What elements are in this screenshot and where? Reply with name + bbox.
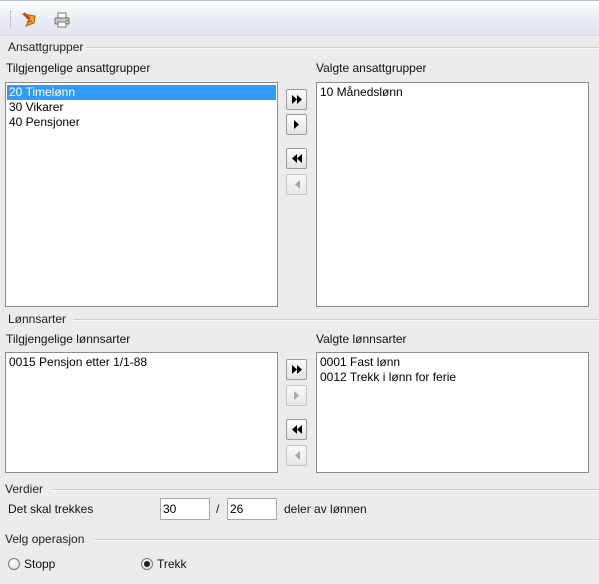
list-item[interactable]: 30 Vikarer (7, 100, 276, 115)
move-left-button[interactable] (286, 445, 307, 466)
ansattgrupper-section-title: Ansattgrupper (8, 40, 84, 54)
move-left-button[interactable] (286, 174, 307, 195)
print-icon (54, 12, 70, 28)
move-all-left-button[interactable] (286, 419, 307, 440)
chosen-wage-types-label: Valgte lønnsarter (316, 332, 407, 346)
verdier-section-title: Verdier (5, 482, 44, 496)
double-left-arrow-icon (291, 425, 302, 434)
move-all-right-button[interactable] (286, 89, 307, 110)
available-groups-list[interactable]: 20 Timelønn 30 Vikarer 40 Pensjoner (5, 82, 278, 307)
clear-button[interactable] (18, 9, 40, 31)
section-divider (74, 319, 599, 321)
move-all-right-button[interactable] (286, 359, 307, 380)
stopp-radio[interactable] (8, 558, 20, 570)
trekk-radio[interactable] (141, 558, 153, 570)
trekk-radio-label: Trekk (157, 557, 187, 571)
fraction-separator: / (216, 502, 220, 516)
list-item[interactable]: 0001 Fast lønn (318, 355, 587, 370)
list-item[interactable]: 10 Månedslønn (318, 85, 587, 100)
stopp-radio-option[interactable]: Stopp (8, 557, 55, 571)
section-divider (86, 47, 599, 49)
chosen-wage-types-list[interactable]: 0001 Fast lønn 0012 Trekk i lønn for fer… (316, 352, 589, 473)
double-left-arrow-icon (291, 154, 302, 163)
chosen-groups-label: Valgte ansattgrupper (316, 61, 427, 75)
move-right-button[interactable] (286, 385, 307, 406)
available-groups-label: Tilgjengelige ansattgrupper (6, 61, 151, 75)
radio-selected-dot (144, 561, 150, 567)
chosen-groups-list[interactable]: 10 Månedslønn (316, 82, 589, 307)
toolbar-grip (10, 11, 12, 27)
trekk-radio-option[interactable]: Trekk (141, 557, 187, 571)
right-arrow-icon (293, 120, 299, 129)
stopp-radio-label: Stopp (24, 557, 56, 571)
clear-icon (21, 12, 36, 27)
available-wage-types-label: Tilgjengelige lønnsarter (6, 332, 131, 346)
toolbar (0, 0, 599, 36)
deduction-label: Det skal trekkes (8, 502, 94, 516)
move-all-left-button[interactable] (286, 148, 307, 169)
list-item[interactable]: 0012 Trekk i lønn for ferie (318, 370, 587, 385)
list-item[interactable]: 20 Timelønn (7, 85, 276, 100)
denominator-field[interactable] (227, 498, 277, 520)
move-right-button[interactable] (286, 114, 307, 135)
list-item[interactable]: 0015 Pensjon etter 1/1-88 (7, 355, 276, 370)
double-right-arrow-icon (291, 95, 302, 104)
available-wage-types-list[interactable]: 0015 Pensjon etter 1/1-88 (5, 352, 278, 473)
deduction-suffix-label: deler av lønnen (284, 502, 367, 516)
lonnsarter-section-title: Lønnsarter (8, 312, 67, 326)
section-divider (50, 489, 599, 491)
list-item[interactable]: 40 Pensjoner (7, 115, 276, 130)
double-right-arrow-icon (291, 365, 302, 374)
left-arrow-icon (294, 180, 300, 189)
left-arrow-icon (294, 451, 300, 460)
operation-section-title: Velg operasjon (5, 532, 85, 546)
section-divider (94, 539, 599, 541)
print-button[interactable] (51, 9, 73, 31)
numerator-field[interactable] (160, 498, 210, 520)
right-arrow-icon (293, 391, 299, 400)
